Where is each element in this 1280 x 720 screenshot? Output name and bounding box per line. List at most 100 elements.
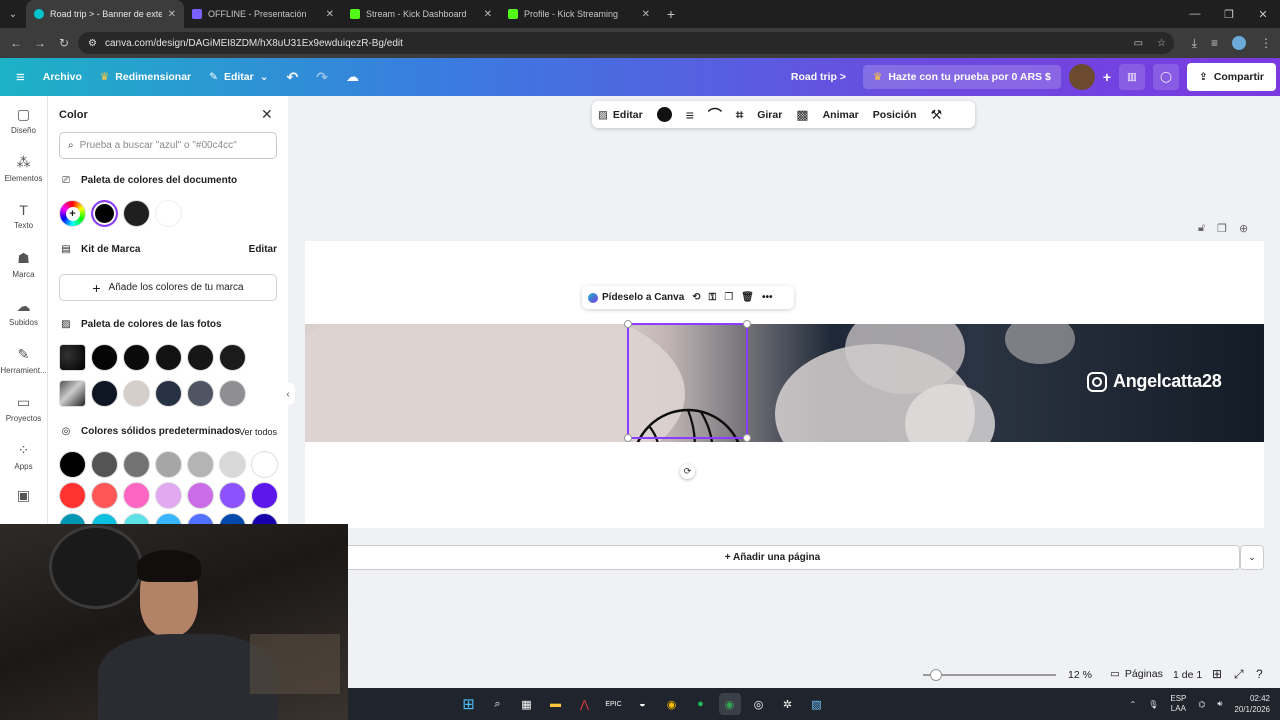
color-swatch[interactable] — [155, 200, 182, 227]
color-swatch[interactable] — [251, 451, 278, 478]
rail-projects[interactable]: ▭ Proyectos — [0, 384, 47, 432]
bookmark-star-icon[interactable]: ☆ — [1157, 38, 1166, 49]
add-collaborator-icon[interactable]: + — [1103, 69, 1111, 85]
color-swatch[interactable] — [91, 482, 118, 509]
color-swatch[interactable] — [219, 513, 246, 524]
see-all-link[interactable]: Ver todos — [239, 427, 277, 437]
rotate-button[interactable]: Girar — [757, 109, 782, 121]
add-brand-colors-button[interactable]: + Añade los colores de tu marca — [59, 274, 277, 301]
rail-tools[interactable]: ✎ Herramient... — [0, 336, 47, 384]
main-menu-icon[interactable]: ≡ — [0, 58, 34, 96]
pages-button[interactable]: ▭ Páginas — [1110, 668, 1163, 680]
rail-apps[interactable]: ⁘ Apps — [0, 432, 47, 480]
color-swatch[interactable] — [59, 451, 86, 478]
duplicate-icon[interactable]: ❐ — [724, 292, 733, 303]
reading-list-icon[interactable]: ≡ — [1211, 36, 1218, 50]
zoom-slider-knob[interactable] — [930, 669, 942, 681]
corner-rounding-icon[interactable]: ⌒ — [708, 105, 722, 125]
clock[interactable]: 02:42 20/1/2026 — [1234, 693, 1270, 715]
photo-thumbnail[interactable] — [59, 344, 86, 371]
add-color-button[interactable]: + — [59, 200, 86, 227]
color-swatch[interactable] — [123, 200, 150, 227]
brand-edit-link[interactable]: Editar — [249, 244, 277, 255]
color-swatch[interactable] — [91, 380, 118, 407]
zoom-slider[interactable] — [923, 674, 1056, 676]
paint-format-icon[interactable]: ⚒ — [931, 107, 943, 123]
color-picker-button[interactable] — [656, 107, 672, 122]
tab-canva-banner[interactable]: Road trip > - Banner de exterio ✕ — [26, 0, 184, 28]
rail-photo[interactable]: ▣ — [0, 480, 47, 510]
photos-icon[interactable]: ▧ — [806, 693, 828, 715]
position-button[interactable]: Posición — [873, 109, 917, 121]
steam-icon[interactable]: ◒ — [632, 693, 654, 715]
undo-icon[interactable]: ↶ — [278, 58, 308, 96]
cloud-saved-icon[interactable]: ☁ — [337, 58, 368, 96]
tab-kick-dashboard[interactable]: Stream - Kick Dashboard ✕ — [342, 0, 500, 28]
resize-handle[interactable] — [743, 434, 751, 442]
design-page[interactable]: Angelcatta28 — [305, 241, 1264, 528]
rail-elements[interactable]: ⁂ Elementos — [0, 144, 47, 192]
color-swatch[interactable] — [251, 513, 278, 524]
transparency-icon[interactable]: ▩ — [796, 107, 808, 123]
instagram-handle[interactable]: Angelcatta28 — [1087, 371, 1222, 392]
color-swatch[interactable] — [187, 513, 214, 524]
trash-icon[interactable]: 🗑︎ — [741, 292, 754, 303]
resize-handle[interactable] — [624, 320, 632, 328]
chrome-active-icon[interactable]: ◉ — [718, 693, 741, 715]
color-swatch[interactable] — [59, 513, 86, 524]
color-swatch[interactable] — [91, 513, 118, 524]
color-swatch[interactable] — [219, 344, 246, 371]
close-tab-icon[interactable]: ✕ — [642, 9, 650, 20]
grid-view-icon[interactable]: ⊞ — [1212, 667, 1222, 681]
rail-uploads[interactable]: ☁ Subidos — [0, 288, 47, 336]
color-swatch[interactable] — [123, 482, 150, 509]
file-menu-button[interactable]: Archivo — [34, 58, 91, 96]
profile-avatar[interactable] — [1232, 36, 1246, 50]
color-search-input[interactable]: ⌕ Prueba a buscar "azul" o "#00c4cc" — [59, 132, 277, 159]
color-swatch[interactable] — [123, 451, 150, 478]
add-page-button[interactable]: + Añadir una página — [305, 545, 1240, 570]
design-title[interactable]: Road trip > — [782, 58, 855, 96]
color-swatch[interactable] — [123, 380, 150, 407]
selection-box[interactable] — [624, 320, 751, 442]
windows-start-icon[interactable]: ⊞ — [458, 693, 480, 715]
color-swatch[interactable] — [187, 380, 214, 407]
site-info-icon[interactable]: ⚙ — [88, 38, 97, 49]
rail-brand[interactable]: ☗ Marca — [0, 240, 47, 288]
reload-icon[interactable]: ↻ — [52, 36, 76, 50]
color-swatch[interactable] — [91, 451, 118, 478]
color-swatch[interactable] — [59, 482, 86, 509]
color-swatch[interactable] — [91, 200, 118, 227]
cast-icon[interactable]: ▭ — [1134, 38, 1143, 49]
color-swatch[interactable] — [187, 344, 214, 371]
back-icon[interactable]: ← — [4, 36, 28, 50]
lock-icon[interactable]: 🔓︎ — [1198, 222, 1205, 235]
crop-icon[interactable]: ⌗ — [736, 107, 743, 123]
rail-design[interactable]: ▢ Diseño — [0, 96, 47, 144]
close-icon[interactable]: ✕ — [261, 106, 273, 123]
close-window-icon[interactable]: ✕ — [1246, 0, 1280, 28]
trial-button[interactable]: ♛ Hazte con tu prueba por 0 ARS $ — [863, 65, 1061, 89]
chevron-down-icon[interactable]: ⌄ — [1240, 545, 1264, 570]
color-swatch[interactable] — [219, 380, 246, 407]
more-options-icon[interactable]: ••• — [762, 292, 773, 303]
color-swatch[interactable] — [155, 451, 182, 478]
search-icon[interactable]: ⌕ — [487, 693, 509, 715]
color-swatch[interactable] — [187, 482, 214, 509]
microphone-icon[interactable]: 🎙︎ — [1148, 700, 1158, 709]
edit-image-button[interactable]: ▨ Editar — [598, 109, 643, 121]
browser-menu-icon[interactable]: ⋮ — [1260, 36, 1272, 50]
fullscreen-icon[interactable]: ⤢ — [1234, 667, 1244, 682]
tray-chevron-icon[interactable]: ⌃ — [1130, 700, 1137, 709]
minimize-icon[interactable]: — — [1178, 0, 1212, 28]
forward-icon[interactable]: → — [28, 36, 52, 50]
close-tab-icon[interactable]: ✕ — [484, 9, 492, 20]
download-icon[interactable]: ⤓ — [1192, 36, 1197, 51]
photo-thumbnail[interactable] — [59, 380, 86, 407]
tab-search-icon[interactable]: ⌄ — [0, 0, 26, 28]
border-style-icon[interactable]: ≡ — [686, 107, 694, 123]
close-tab-icon[interactable]: ✕ — [326, 9, 334, 20]
banner-background-image[interactable]: Angelcatta28 — [305, 324, 1264, 442]
resize-handle[interactable] — [624, 434, 632, 442]
store-icon[interactable]: ▦ — [516, 693, 538, 715]
